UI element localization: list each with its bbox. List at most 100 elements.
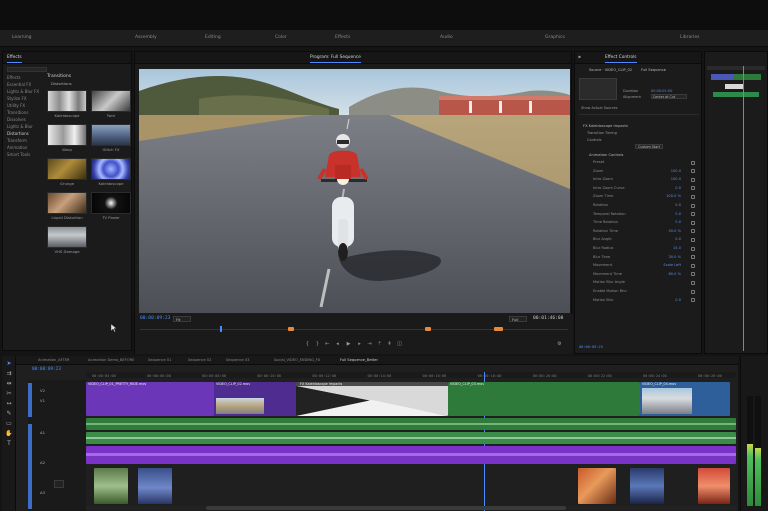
timeline-clip-thumbnail[interactable] [630, 468, 664, 504]
fx-param-row[interactable]: Intro Zoom 100.0 [585, 177, 697, 183]
marker[interactable] [425, 327, 431, 331]
quality-select[interactable]: Full [509, 316, 527, 322]
fx-param-value[interactable]: 0.0 [675, 186, 681, 190]
tree-item[interactable]: Transform [7, 138, 27, 143]
settings-icon[interactable]: ⚙ [557, 342, 562, 347]
keyframe-toggle-icon[interactable] [691, 298, 695, 303]
track-label[interactable]: V1 [40, 398, 45, 403]
fx-param-row[interactable]: Zoom Time 100.0 % [585, 194, 697, 200]
fx-param-value[interactable]: 0.0 [675, 220, 681, 224]
alignment-select[interactable]: Center at Cut [651, 94, 687, 99]
workspace-color[interactable]: Color [275, 35, 287, 41]
fx-param-row[interactable]: Temporal Rotation 0.0 [585, 212, 697, 218]
sequence-tab[interactable]: Animation_AFTER [38, 358, 70, 362]
tab-source[interactable]: ▪ [578, 55, 581, 60]
keyframe-toggle-icon[interactable] [691, 272, 695, 277]
playhead-marker[interactable] [220, 326, 222, 332]
workspace-assembly[interactable]: Assembly [135, 35, 157, 41]
selection-tool-icon[interactable]: ➤ [5, 360, 13, 368]
track-select-tool-icon[interactable]: ⇉ [5, 370, 13, 378]
effect-thumb-grunge[interactable] [47, 158, 87, 180]
fx-section-title[interactable]: FX Kaleidoscope Impacts [583, 124, 628, 128]
audio-clip[interactable] [86, 432, 736, 444]
custom-start-button[interactable]: Custom Start [635, 144, 663, 149]
tab-effects[interactable]: Effects [7, 55, 22, 63]
animation-group[interactable]: Animation Controls [589, 153, 623, 157]
timeline-scrollbar[interactable] [86, 506, 736, 510]
show-sources-label[interactable]: Show Actual Sources [581, 106, 617, 110]
timeline-clip[interactable]: VIDEO_CLIP_02.mov [214, 382, 296, 416]
tree-item[interactable]: Transitions [7, 110, 28, 115]
audio-clip[interactable] [86, 418, 736, 430]
workspace-graphics[interactable]: Graphics [545, 35, 565, 41]
fx-param-value[interactable]: 15.0 [673, 246, 681, 250]
sequence-tab[interactable]: Social_VIDEO_ENDING_FX [274, 358, 320, 362]
timeline-clip-thumbnail[interactable] [578, 468, 616, 504]
fx-param-value[interactable]: 0.0 [675, 203, 681, 207]
sequence-tab-active[interactable]: Full Sequence_Better [340, 358, 378, 362]
keyframe-toggle-icon[interactable] [691, 177, 695, 182]
keyframe-toggle-icon[interactable] [691, 246, 695, 251]
type-tool-icon[interactable]: T [5, 440, 13, 448]
track-label[interactable]: A2 [40, 460, 45, 465]
mini-playhead[interactable] [743, 66, 744, 351]
workspace-effects[interactable]: Effects [335, 35, 350, 41]
razor-tool-icon[interactable]: ✂ [5, 390, 13, 398]
scrollbar-thumb[interactable] [206, 506, 566, 510]
audio-clip[interactable] [86, 446, 736, 464]
tree-item[interactable]: Lights & Blur [7, 124, 33, 129]
fx-param-row[interactable]: Rotation 0.0 [585, 203, 697, 209]
fx-param-value[interactable]: 0.0 [675, 237, 681, 241]
extract-icon[interactable]: ⇞ [387, 342, 392, 347]
timeline-clip-thumbnail[interactable] [138, 468, 172, 504]
fx-param-row[interactable]: Movement Time 80.0 % [585, 272, 697, 278]
effect-thumb-glitch[interactable] [91, 124, 131, 146]
fx-subsection[interactable]: Transition Timing [587, 131, 617, 135]
tree-item[interactable]: Effects [7, 75, 21, 80]
zoom-select[interactable]: Fit [173, 316, 191, 322]
timeline-clip-thumbnail[interactable] [94, 468, 128, 504]
tree-item[interactable]: Stylize FX [7, 96, 27, 101]
fx-param-row[interactable]: Zoom 100.0 [585, 169, 697, 175]
timeline-clip[interactable]: VIDEO_CLIP_01_PRETTY_RIDE.mov [86, 382, 214, 416]
effect-thumb-kaleidoscope[interactable] [47, 90, 87, 112]
sequence-tab[interactable]: Animation Demo_BEFORE [88, 358, 134, 362]
marker[interactable] [494, 327, 503, 331]
mini-clip[interactable] [711, 74, 733, 80]
workspace-libraries[interactable]: Libraries [680, 35, 699, 41]
fx-param-row[interactable]: Movement Scale Left [585, 263, 697, 269]
step-back-icon[interactable]: ◂ [335, 342, 340, 347]
keyframe-toggle-icon[interactable] [691, 220, 695, 225]
keyframe-toggle-icon[interactable] [691, 263, 695, 268]
keyframe-toggle-icon[interactable] [691, 186, 695, 191]
track-label[interactable]: A3 [40, 490, 45, 495]
fx-param-value[interactable]: 80.0 % [668, 272, 681, 276]
transition-clip[interactable]: FX Kaleidoscope Impacts [296, 382, 448, 416]
effect-thumb-liquid-distortion[interactable] [47, 192, 87, 214]
effect-thumb-vhs-damage[interactable] [47, 226, 87, 248]
timeline-clip-thumbnail[interactable] [698, 468, 730, 504]
tree-item[interactable]: Smart Tools [7, 152, 30, 157]
keyframe-toggle-icon[interactable] [691, 212, 695, 217]
tree-item[interactable]: Utility FX [7, 103, 25, 108]
track-label[interactable]: V2 [40, 388, 45, 393]
timeline-timecode[interactable]: 00:00:09:23 [32, 367, 61, 372]
effects-search-input[interactable] [7, 67, 47, 72]
effect-thumb-kaleidoscope-2[interactable] [91, 158, 131, 180]
slip-tool-icon[interactable]: ↔ [5, 400, 13, 408]
tab-effect-controls[interactable]: Effect Controls [605, 55, 637, 63]
tree-item[interactable]: Dissolves [7, 117, 26, 122]
step-forward-icon[interactable]: ▸ [357, 342, 362, 347]
video-frame[interactable] [139, 69, 570, 313]
mini-clip[interactable] [713, 92, 759, 97]
effect-thumb-warp[interactable] [47, 124, 87, 146]
track-label[interactable]: A1 [40, 430, 45, 435]
workspace-audio[interactable]: Audio [440, 35, 453, 41]
rectangle-tool-icon[interactable]: ▭ [5, 420, 13, 428]
fx-param-value[interactable]: 100.0 % [666, 194, 681, 198]
play-icon[interactable]: ▶ [346, 342, 351, 347]
marker[interactable] [288, 327, 294, 331]
keyframe-toggle-icon[interactable] [691, 203, 695, 208]
fx-param-row[interactable]: Blur Time 30.0 % [585, 255, 697, 261]
export-frame-icon[interactable]: ◫ [397, 342, 402, 347]
